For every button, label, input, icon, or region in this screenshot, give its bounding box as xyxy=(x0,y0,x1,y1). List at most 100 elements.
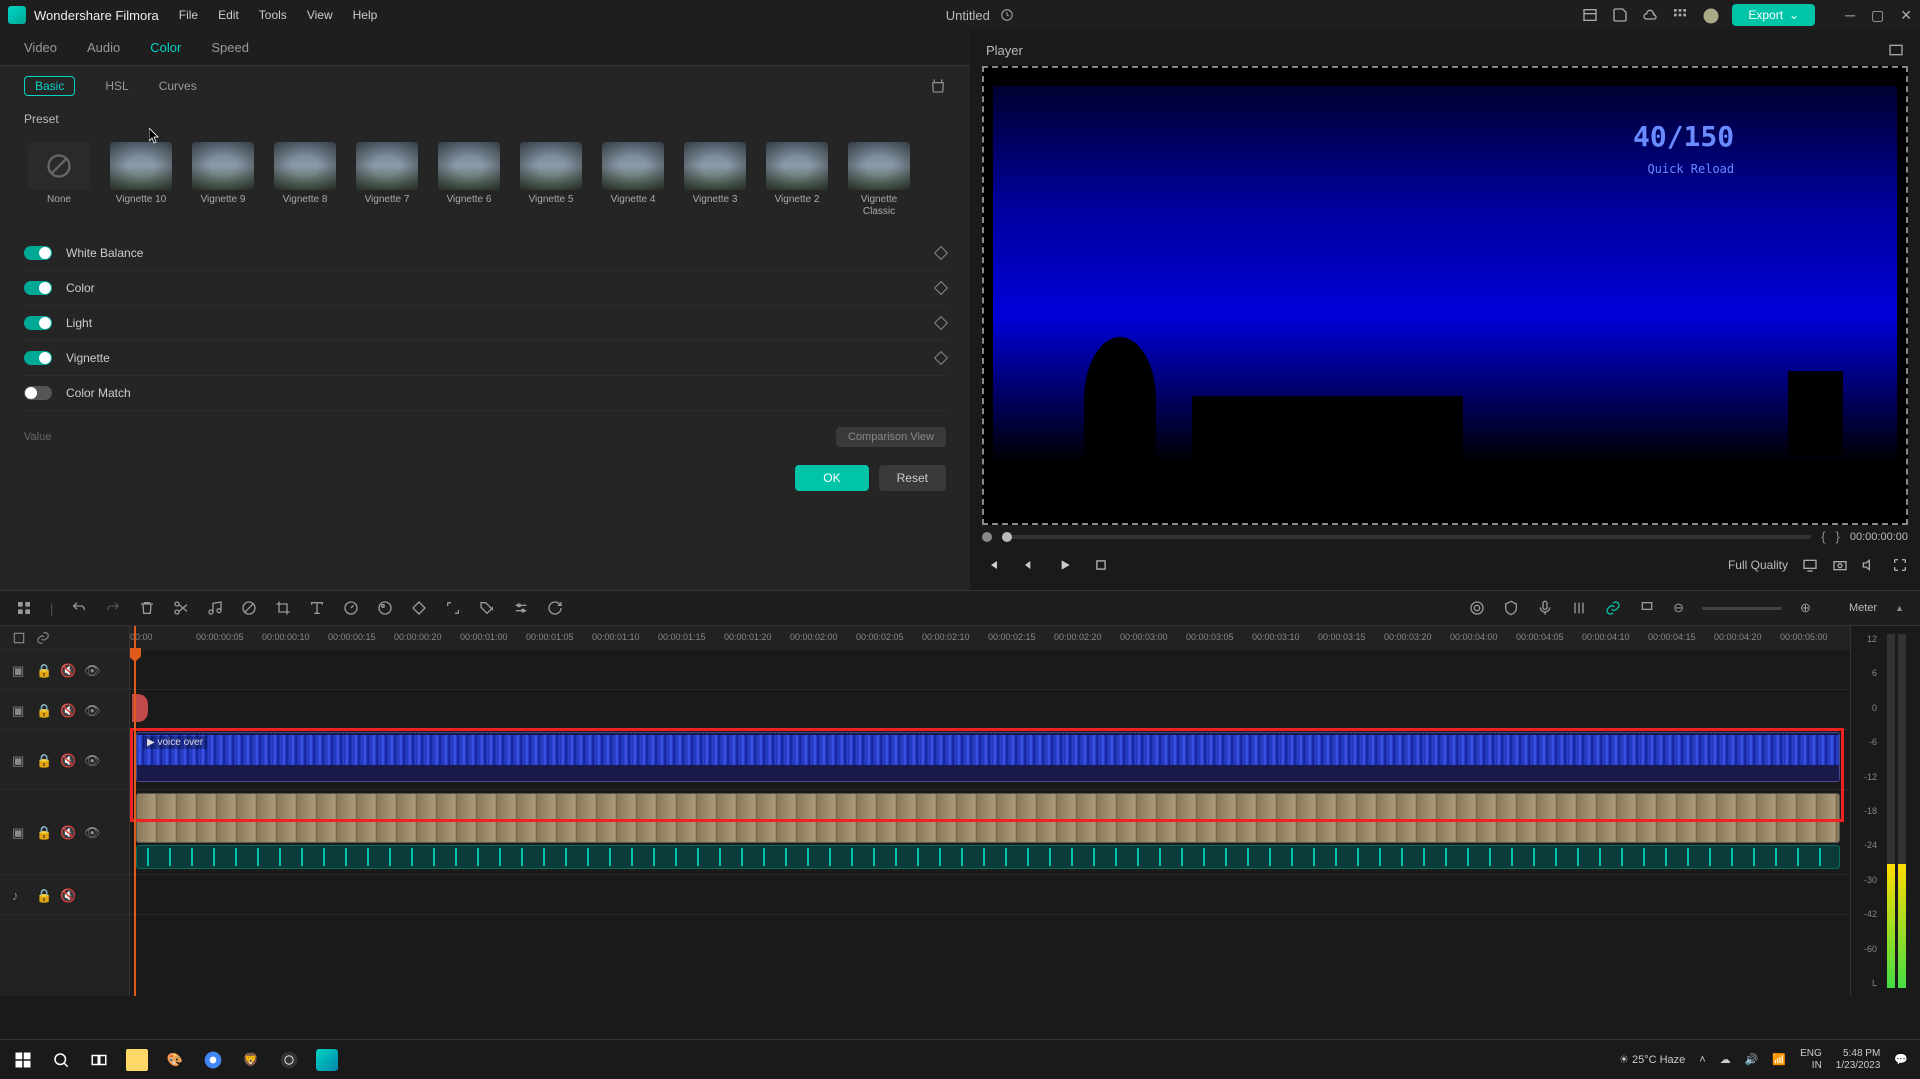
render-icon[interactable] xyxy=(1469,600,1485,616)
section-color-match[interactable]: Color Match xyxy=(24,376,946,411)
shield-icon[interactable] xyxy=(1503,600,1519,616)
reset-button[interactable]: Reset xyxy=(879,465,946,491)
tray-lang[interactable]: ENGIN xyxy=(1800,1048,1822,1072)
lock-icon[interactable]: 🔒 xyxy=(36,888,50,902)
track-lane-1[interactable] xyxy=(130,790,1850,875)
display-icon[interactable] xyxy=(1802,557,1818,573)
toggle-color-match[interactable] xyxy=(24,386,52,400)
avatar-icon[interactable] xyxy=(1702,7,1718,23)
chrome-icon[interactable] xyxy=(202,1049,224,1071)
search-icon[interactable] xyxy=(50,1049,72,1071)
lock-icon[interactable]: 🔒 xyxy=(36,753,50,767)
meter-chevron-icon[interactable]: ▲ xyxy=(1895,603,1904,613)
lock-icon[interactable]: 🔒 xyxy=(36,825,50,839)
ok-button[interactable]: OK xyxy=(795,465,868,491)
toggle-white-balance[interactable] xyxy=(24,246,52,260)
tray-wifi-icon[interactable]: 📶 xyxy=(1772,1053,1786,1066)
comparison-view-button[interactable]: Comparison View xyxy=(836,427,946,447)
step-back-button[interactable] xyxy=(1018,554,1040,576)
tray-clock[interactable]: 5:48 PM1/23/2023 xyxy=(1836,1048,1881,1072)
redo-icon[interactable] xyxy=(105,600,121,616)
undo-icon[interactable] xyxy=(71,600,87,616)
audio-track-icon[interactable]: ♪ xyxy=(12,888,26,902)
quality-label[interactable]: Full Quality xyxy=(1728,558,1788,572)
marker-icon[interactable] xyxy=(1639,600,1655,616)
preset-none[interactable]: None xyxy=(24,142,94,218)
lock-icon[interactable]: 🔒 xyxy=(36,663,50,677)
subtab-hsl[interactable]: HSL xyxy=(105,79,128,93)
task-view-icon[interactable] xyxy=(88,1049,110,1071)
preset-vignette-10[interactable]: Vignette 10 xyxy=(106,142,176,218)
start-button[interactable] xyxy=(12,1049,34,1071)
scrub-dot-icon[interactable] xyxy=(982,532,992,542)
menu-tools[interactable]: Tools xyxy=(259,8,287,22)
subtab-curves[interactable]: Curves xyxy=(159,79,197,93)
eye-icon[interactable]: 👁 xyxy=(84,663,98,677)
filmora-taskbar-icon[interactable] xyxy=(316,1049,338,1071)
preset-vignette-7[interactable]: Vignette 7 xyxy=(352,142,422,218)
voice-over-clip[interactable]: ▶ voice over xyxy=(136,732,1840,782)
explorer-icon[interactable] xyxy=(126,1049,148,1071)
keyframe-icon[interactable] xyxy=(934,351,948,365)
tab-speed[interactable]: Speed xyxy=(211,40,249,55)
bracket-open-icon[interactable]: { xyxy=(1821,529,1825,544)
menu-edit[interactable]: Edit xyxy=(218,8,239,22)
layout-icon[interactable] xyxy=(1582,7,1598,23)
preset-vignette-4[interactable]: Vignette 4 xyxy=(598,142,668,218)
autosave-icon[interactable] xyxy=(1000,8,1014,22)
subtab-basic[interactable]: Basic xyxy=(24,76,75,96)
tracks-area[interactable]: 00:0000:00:00:0500:00:00:1000:00:00:1500… xyxy=(130,626,1850,996)
main-video-clip[interactable] xyxy=(136,793,1840,843)
menu-file[interactable]: File xyxy=(179,8,198,22)
video-track-icon[interactable]: ▣ xyxy=(12,753,26,767)
save-icon[interactable] xyxy=(1612,7,1628,23)
zoom-in-icon[interactable]: ⊕ xyxy=(1800,600,1811,616)
tab-color[interactable]: Color xyxy=(150,40,181,55)
zoom-slider[interactable] xyxy=(1702,607,1782,610)
save-preset-icon[interactable] xyxy=(930,78,946,94)
tray-chevron-icon[interactable]: ˄ xyxy=(1699,1054,1705,1066)
menu-help[interactable]: Help xyxy=(353,8,378,22)
preset-vignette-2[interactable]: Vignette 2 xyxy=(762,142,832,218)
paint-icon[interactable]: 🎨 xyxy=(164,1049,186,1071)
keyframe-icon[interactable] xyxy=(934,316,948,330)
export-button[interactable]: Export ⌄ xyxy=(1732,4,1815,26)
scrub-bar[interactable] xyxy=(1002,535,1811,539)
section-white-balance[interactable]: White Balance xyxy=(24,236,946,271)
video-track-icon[interactable]: ▣ xyxy=(12,663,26,677)
track-lane-3[interactable] xyxy=(130,690,1850,730)
toggle-vignette[interactable] xyxy=(24,351,52,365)
keyframe-icon[interactable] xyxy=(934,246,948,260)
prev-frame-button[interactable] xyxy=(982,554,1004,576)
tab-video[interactable]: Video xyxy=(24,40,57,55)
preset-vignette-9[interactable]: Vignette 9 xyxy=(188,142,258,218)
cloud-icon[interactable] xyxy=(1642,7,1658,23)
section-color[interactable]: Color xyxy=(24,271,946,306)
brave-icon[interactable]: 🦁 xyxy=(240,1049,262,1071)
bracket-close-icon[interactable]: } xyxy=(1836,529,1840,544)
eye-icon[interactable]: 👁 xyxy=(84,753,98,767)
section-vignette[interactable]: Vignette xyxy=(24,341,946,376)
track-lane-audio[interactable] xyxy=(130,875,1850,915)
meter-label[interactable]: Meter xyxy=(1849,602,1877,614)
track-lane-4[interactable] xyxy=(130,650,1850,690)
minimize-button[interactable]: ─ xyxy=(1845,7,1855,24)
stop-button[interactable] xyxy=(1090,554,1112,576)
mixer-icon[interactable] xyxy=(1571,600,1587,616)
main-audio-clip[interactable] xyxy=(136,845,1840,869)
playhead[interactable] xyxy=(134,626,136,996)
crop-icon[interactable] xyxy=(275,600,291,616)
mic-icon[interactable] xyxy=(1537,600,1553,616)
snapshot-icon[interactable] xyxy=(1832,557,1848,573)
tray-volume-icon[interactable]: 🔊 xyxy=(1745,1053,1759,1066)
mute-icon[interactable]: 🔇 xyxy=(60,753,74,767)
refresh-icon[interactable] xyxy=(547,600,563,616)
music-icon[interactable] xyxy=(207,600,223,616)
keyframe-tool-icon[interactable] xyxy=(411,600,427,616)
maximize-button[interactable]: ▢ xyxy=(1871,7,1884,24)
toggle-color[interactable] xyxy=(24,281,52,295)
delete-icon[interactable] xyxy=(139,600,155,616)
color-icon[interactable] xyxy=(377,600,393,616)
mute-icon[interactable]: 🔇 xyxy=(60,888,74,902)
video-track-icon[interactable]: ▣ xyxy=(12,825,26,839)
